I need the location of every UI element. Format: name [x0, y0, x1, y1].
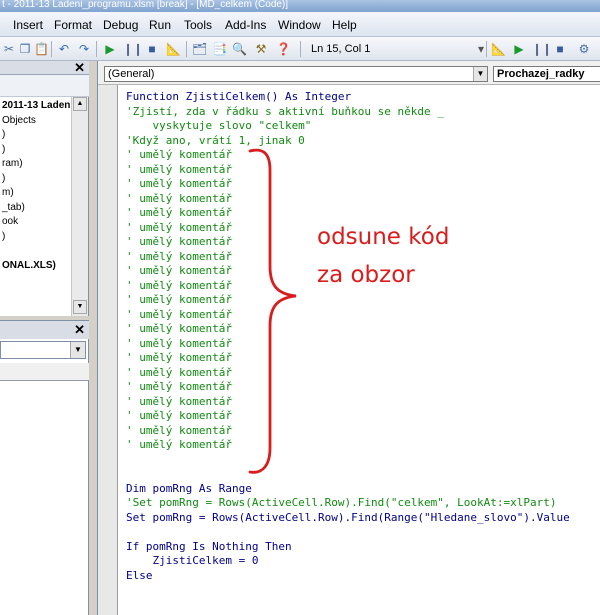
code-line[interactable]	[126, 453, 600, 468]
code-line[interactable]: ' umělý komentář	[126, 177, 600, 192]
scroll-up-icon[interactable]: ▲	[73, 97, 87, 111]
code-line[interactable]: ' umělý komentář	[126, 163, 600, 178]
menu-run[interactable]: Run	[149, 18, 171, 32]
menu-window[interactable]: Window	[278, 18, 321, 32]
code-line[interactable]: ' umělý komentář	[126, 308, 600, 323]
code-line[interactable]: ' umělý komentář	[126, 424, 600, 439]
chevron-down-icon[interactable]: ▼	[473, 67, 487, 81]
code-line[interactable]: ' umělý komentář	[126, 206, 600, 221]
code-line[interactable]: ' umělý komentář	[126, 322, 600, 337]
reset-icon-2[interactable]: ■	[553, 42, 567, 56]
code-line[interactable]: Set pomRng = Rows(ActiveCell.Row).Find(R…	[126, 511, 600, 526]
code-line[interactable]: 'Když ano, vrátí 1, jinak 0	[126, 134, 600, 149]
tree-item[interactable]: _tab)	[0, 201, 72, 216]
code-line[interactable]: ' umělý komentář	[126, 293, 600, 308]
break-icon[interactable]: ❙❙	[123, 42, 143, 56]
code-line[interactable]: ZjistiCelkem = 0	[126, 554, 600, 569]
properties-pane: ✕ ▼	[0, 320, 89, 615]
object-combo[interactable]: (General) ▼	[104, 66, 488, 82]
code-line[interactable]: ' umělý komentář	[126, 351, 600, 366]
design-mode-icon-2[interactable]: 📐	[491, 42, 506, 56]
code-line[interactable]: 'Zjistí, zda v řádku s aktivní buňkou se…	[126, 105, 600, 120]
tree-item[interactable]: ONAL.XLS)	[0, 259, 72, 274]
help-icon[interactable]: ❓	[276, 42, 291, 56]
code-line[interactable]: Dim pomRng As Range	[126, 482, 600, 497]
menu-format[interactable]: Format	[54, 18, 92, 32]
code-line[interactable]: ' umělý komentář	[126, 395, 600, 410]
more-tools-icon[interactable]: ⚙	[577, 42, 591, 56]
code-line[interactable]: ' umělý komentář	[126, 380, 600, 395]
menu-bar: Insert Format Debug Run Tools Add-Ins Wi…	[0, 12, 600, 37]
chevron-down-icon[interactable]: ▼	[70, 342, 85, 358]
code-margin-indicator-bar[interactable]	[98, 85, 118, 615]
standard-toolbar: ✂ ❐ 📋 ↶ ↷ ▶ ❙❙ ■ 📐 🗂 📑 🔍 ⚒ ❓ Ln 15, Col …	[0, 37, 600, 61]
procedure-combo[interactable]: Prochazej_radky	[493, 66, 600, 82]
code-line[interactable]: ' umělý komentář	[126, 148, 600, 163]
tree-item[interactable]: ram)	[0, 157, 72, 172]
tree-item[interactable]: 2011-13 Ladeni_p	[0, 99, 72, 114]
design-mode-icon[interactable]: 📐	[166, 42, 181, 56]
menu-help[interactable]: Help	[332, 18, 357, 32]
run-icon[interactable]: ▶	[103, 42, 117, 56]
annotation-line-1: odsune kód	[317, 224, 450, 250]
project-pane-toolbar	[0, 75, 89, 97]
tree-item[interactable]: )	[0, 143, 72, 158]
code-line[interactable]: 'Set pomRng = Rows(ActiveCell.Row).Find(…	[126, 496, 600, 511]
copy-icon[interactable]: ❐	[18, 42, 32, 56]
run-icon-2[interactable]: ▶	[512, 42, 526, 56]
tree-item[interactable]: )	[0, 128, 72, 143]
menu-insert[interactable]: Insert	[13, 18, 43, 32]
curly-brace-annotation	[248, 148, 297, 474]
properties-tabs[interactable]	[0, 363, 89, 381]
menu-tools[interactable]: Tools	[184, 18, 212, 32]
tree-item[interactable]: )	[0, 172, 72, 187]
annotation-line-2: za obzor	[317, 262, 415, 288]
code-line[interactable]: Else	[126, 569, 600, 584]
tree-item[interactable]: m)	[0, 186, 72, 201]
code-line[interactable]: ' umělý komentář	[126, 438, 600, 453]
break-icon-2[interactable]: ❙❙	[532, 42, 552, 56]
reset-icon[interactable]: ■	[145, 42, 159, 56]
tree-item[interactable]	[0, 244, 72, 259]
project-explorer-icon[interactable]: 🗂	[192, 42, 207, 56]
code-line[interactable]: Function ZjistiCelkem() As Integer	[126, 90, 600, 105]
cut-icon[interactable]: ✂	[2, 42, 16, 56]
procedure-combo-value: Prochazej_radky	[497, 68, 585, 80]
project-scrollbar[interactable]: ▲ ▼	[71, 97, 88, 316]
code-editor[interactable]: Function ZjistiCelkem() As Integer 'Zjist…	[126, 90, 600, 583]
object-browser-icon[interactable]: 🔍	[232, 42, 247, 56]
redo-icon[interactable]: ↷	[77, 42, 91, 56]
code-window: (General) ▼ Prochazej_radky Function Zji…	[97, 61, 600, 615]
cursor-position: Ln 15, Col 1	[311, 43, 371, 55]
tree-item[interactable]: Objects	[0, 114, 72, 129]
code-line[interactable]: ' umělý komentář	[126, 409, 600, 424]
project-explorer-pane: ✕ 2011-13 Ladeni_p Objects ) ) ram) ) m)…	[0, 61, 89, 316]
project-pane-header: ✕	[0, 61, 89, 75]
code-line[interactable]: ' umělý komentář	[126, 366, 600, 381]
menu-addins[interactable]: Add-Ins	[225, 18, 266, 32]
properties-pane-header: ✕	[0, 321, 89, 339]
properties-window-icon[interactable]: 📑	[212, 42, 227, 56]
code-line[interactable]: If pomRng Is Nothing Then	[126, 540, 600, 555]
object-combo-value: (General)	[108, 68, 155, 80]
tree-item[interactable]: )	[0, 230, 72, 245]
code-line[interactable]: ' umělý komentář	[126, 192, 600, 207]
code-line[interactable]: ' umělý komentář	[126, 337, 600, 352]
code-line[interactable]	[126, 467, 600, 482]
tree-item[interactable]: ook	[0, 215, 72, 230]
close-icon[interactable]: ✕	[74, 61, 85, 74]
properties-object-combo[interactable]: ▼	[0, 341, 86, 359]
scroll-down-icon[interactable]: ▼	[73, 300, 87, 314]
code-window-header: (General) ▼ Prochazej_radky	[98, 61, 600, 85]
code-line[interactable]: vyskytuje slovo "celkem"	[126, 119, 600, 134]
close-icon[interactable]: ✕	[74, 323, 85, 336]
toolbox-icon[interactable]: ⚒	[254, 42, 268, 56]
project-tree: 2011-13 Ladeni_p Objects ) ) ram) ) m) _…	[0, 99, 72, 273]
code-line[interactable]	[126, 525, 600, 540]
undo-icon[interactable]: ↶	[57, 42, 71, 56]
paste-icon[interactable]: 📋	[34, 42, 49, 56]
menu-debug[interactable]: Debug	[103, 18, 138, 32]
window-title: t - 2011-13 Ladeni_programu.xlsm [break]…	[0, 0, 600, 12]
